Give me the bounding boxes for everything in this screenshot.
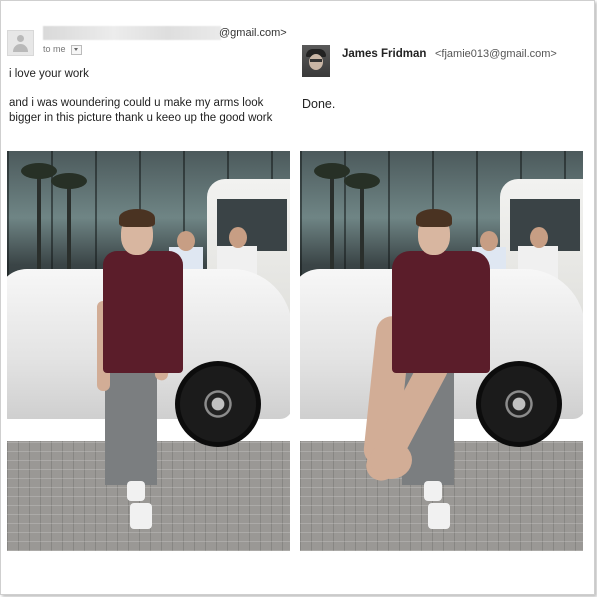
sender-email-domain: @gmail.com> xyxy=(219,27,287,39)
sneaker xyxy=(130,503,152,529)
edited-photo xyxy=(300,151,583,551)
bystander-head xyxy=(177,231,195,251)
original-photo xyxy=(7,151,290,551)
palm-trunk xyxy=(360,181,364,281)
palm-leaves xyxy=(314,163,350,179)
sneaker xyxy=(428,503,450,529)
shirt xyxy=(392,251,490,373)
bus-window xyxy=(217,199,287,251)
recipient-line[interactable]: to me xyxy=(43,44,83,55)
avatar xyxy=(302,45,330,77)
sender-email: <fjamie013@gmail.com> xyxy=(435,48,557,60)
person-placeholder-body xyxy=(13,44,28,52)
face-shape xyxy=(309,54,323,70)
reply-text: Done. xyxy=(302,97,336,111)
shirt xyxy=(103,251,183,373)
email-greeting: i love your work xyxy=(9,68,89,80)
palm-trunk xyxy=(37,171,41,281)
palm-leaves xyxy=(344,173,380,189)
bystander-head xyxy=(480,231,498,251)
avatar xyxy=(7,30,34,56)
glasses-shape xyxy=(310,59,322,62)
sneaker xyxy=(424,481,442,501)
recipient-label: to me xyxy=(43,44,66,54)
redacted-sender-name xyxy=(43,26,221,40)
hair xyxy=(119,209,155,227)
person-placeholder-icon xyxy=(17,35,24,42)
palm-leaves xyxy=(21,163,57,179)
bystander-head xyxy=(229,227,247,248)
jeans xyxy=(105,365,157,485)
chevron-down-icon[interactable] xyxy=(71,44,83,55)
palm-trunk xyxy=(67,181,71,281)
bystander-head xyxy=(530,227,548,248)
palm-trunk xyxy=(330,171,334,281)
sender-name: James Fridman xyxy=(342,48,427,60)
email-body: and i was woundering could u make my arm… xyxy=(9,97,273,124)
car-wheel xyxy=(476,361,562,447)
hair xyxy=(416,209,452,227)
car-wheel xyxy=(175,361,261,447)
fist xyxy=(370,441,412,479)
sneaker xyxy=(127,481,145,501)
palm-leaves xyxy=(51,173,87,189)
